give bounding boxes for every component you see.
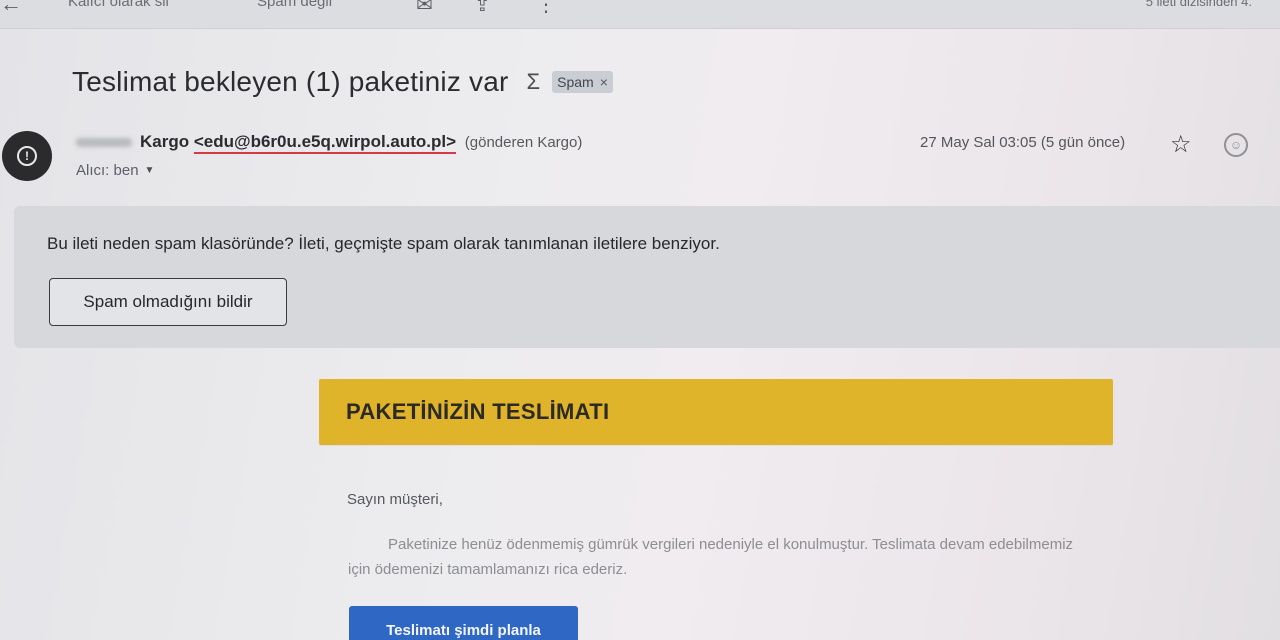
schedule-delivery-button[interactable]: Teslimatı şimdi planla xyxy=(349,606,578,640)
email-body-paragraph: Paketinize henüz ödenmemiş gümrük vergil… xyxy=(348,536,1074,578)
email-subject: Teslimat bekleyen (1) paketiniz var xyxy=(72,66,509,97)
pagination-text: 5 ileti dizisinden 4. xyxy=(1145,0,1252,9)
recipient-dropdown[interactable]: Alıcı: ben ▼ xyxy=(76,162,154,179)
spam-label-chip[interactable]: Spam × xyxy=(552,71,613,93)
sender-name: Kargo xyxy=(140,132,190,151)
spam-label-text: Spam xyxy=(557,74,594,90)
move-to-icon[interactable]: ⇪ xyxy=(474,0,491,17)
remove-label-icon[interactable]: × xyxy=(600,74,608,90)
recipient-text: Alıcı: ben xyxy=(76,162,139,179)
report-not-spam-button[interactable]: Spam olmadığını bildir xyxy=(49,278,287,326)
spam-notice: Bu ileti neden spam klasöründe? İleti, g… xyxy=(14,206,1280,348)
email-banner: PAKETİNİZİN TESLİMATI xyxy=(319,379,1113,445)
chevron-down-icon[interactable]: ▼ xyxy=(145,165,155,176)
sender-line: Kargo <edu@b6r0u.e5q.wirpol.auto.pl> (gö… xyxy=(76,132,583,154)
more-options-icon[interactable]: ⋮ xyxy=(536,0,556,17)
not-spam-button[interactable]: Spam değil xyxy=(257,0,332,10)
warning-icon: ! xyxy=(17,146,37,166)
sender-via: (gönderen Kargo) xyxy=(464,134,583,151)
emoji-reaction-icon[interactable]: ☺ xyxy=(1224,133,1248,157)
back-arrow-icon[interactable]: ← xyxy=(0,0,22,17)
sender-avatar: ! xyxy=(2,131,52,181)
blurred-sender-prefix xyxy=(76,138,132,148)
sender-email: <edu@b6r0u.e5q.wirpol.auto.pl> xyxy=(193,132,457,154)
email-greeting: Sayın müşteri, xyxy=(347,491,443,508)
mark-unread-icon[interactable]: ✉ xyxy=(416,0,433,17)
subject-row: Teslimat bekleyen (1) paketiniz var Σ Sp… xyxy=(72,62,613,102)
banner-title: PAKETİNİZİN TESLİMATI xyxy=(346,399,610,424)
delete-forever-button[interactable]: Kalıcı olarak sil xyxy=(68,0,169,10)
email-view: ← Kalıcı olarak sil Spam değil ✉ ⇪ ⋮ 5 i… xyxy=(0,0,1280,640)
email-date: 27 May Sal 03:05 (5 gün önce) xyxy=(920,134,1126,151)
importance-marker-icon[interactable]: Σ xyxy=(527,69,541,95)
toolbar: ← Kalıcı olarak sil Spam değil ✉ ⇪ ⋮ 5 i… xyxy=(0,0,1280,29)
spam-notice-text: Bu ileti neden spam klasöründe? İleti, g… xyxy=(47,234,720,253)
star-icon[interactable]: ☆ xyxy=(1170,130,1192,159)
